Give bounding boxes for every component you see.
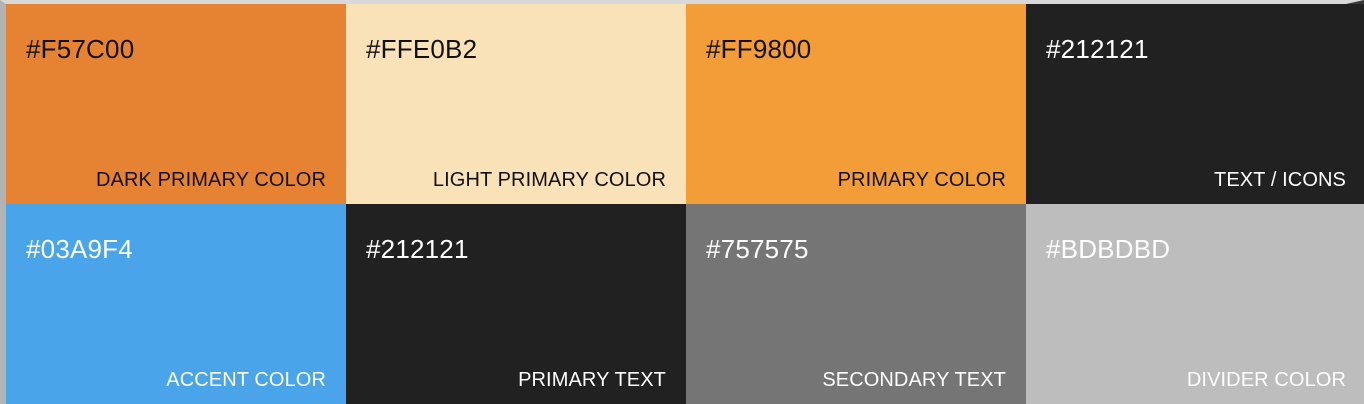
- swatch-primary: #FF9800 PRIMARY COLOR: [686, 4, 1026, 204]
- swatch-primary-text: #212121 PRIMARY TEXT: [346, 204, 686, 404]
- palette-frame: #F57C00 DARK PRIMARY COLOR #FFE0B2 LIGHT…: [0, 0, 1364, 404]
- swatch-divider: #BDBDBD DIVIDER COLOR: [1026, 204, 1364, 404]
- swatch-hex-value: #212121: [1046, 34, 1149, 64]
- swatch-label: PRIMARY TEXT: [518, 369, 666, 391]
- swatch-label: TEXT / ICONS: [1214, 169, 1346, 191]
- swatch-hex-value: #FFE0B2: [366, 34, 478, 64]
- swatch-hex-value: #212121: [366, 234, 469, 264]
- swatch-hex-value: #757575: [706, 234, 809, 264]
- swatch-label: PRIMARY COLOR: [837, 169, 1006, 191]
- swatch-secondary-text: #757575 SECONDARY TEXT: [686, 204, 1026, 404]
- swatch-hex-value: #03A9F4: [26, 234, 133, 264]
- color-palette-grid: #F57C00 DARK PRIMARY COLOR #FFE0B2 LIGHT…: [6, 4, 1364, 404]
- swatch-label: DIVIDER COLOR: [1186, 369, 1346, 391]
- swatch-hex-value: #FF9800: [706, 34, 812, 64]
- swatch-light-primary: #FFE0B2 LIGHT PRIMARY COLOR: [346, 4, 686, 204]
- swatch-text-icons: #212121 TEXT / ICONS: [1026, 4, 1364, 204]
- swatch-label: SECONDARY TEXT: [822, 369, 1006, 391]
- swatch-label: DARK PRIMARY COLOR: [95, 169, 326, 191]
- swatch-hex-value: #F57C00: [26, 34, 135, 64]
- swatch-label: LIGHT PRIMARY COLOR: [432, 169, 666, 191]
- swatch-accent: #03A9F4 ACCENT COLOR: [6, 204, 346, 404]
- swatch-label: ACCENT COLOR: [166, 369, 326, 391]
- swatch-dark-primary: #F57C00 DARK PRIMARY COLOR: [6, 4, 346, 204]
- swatch-hex-value: #BDBDBD: [1046, 234, 1171, 264]
